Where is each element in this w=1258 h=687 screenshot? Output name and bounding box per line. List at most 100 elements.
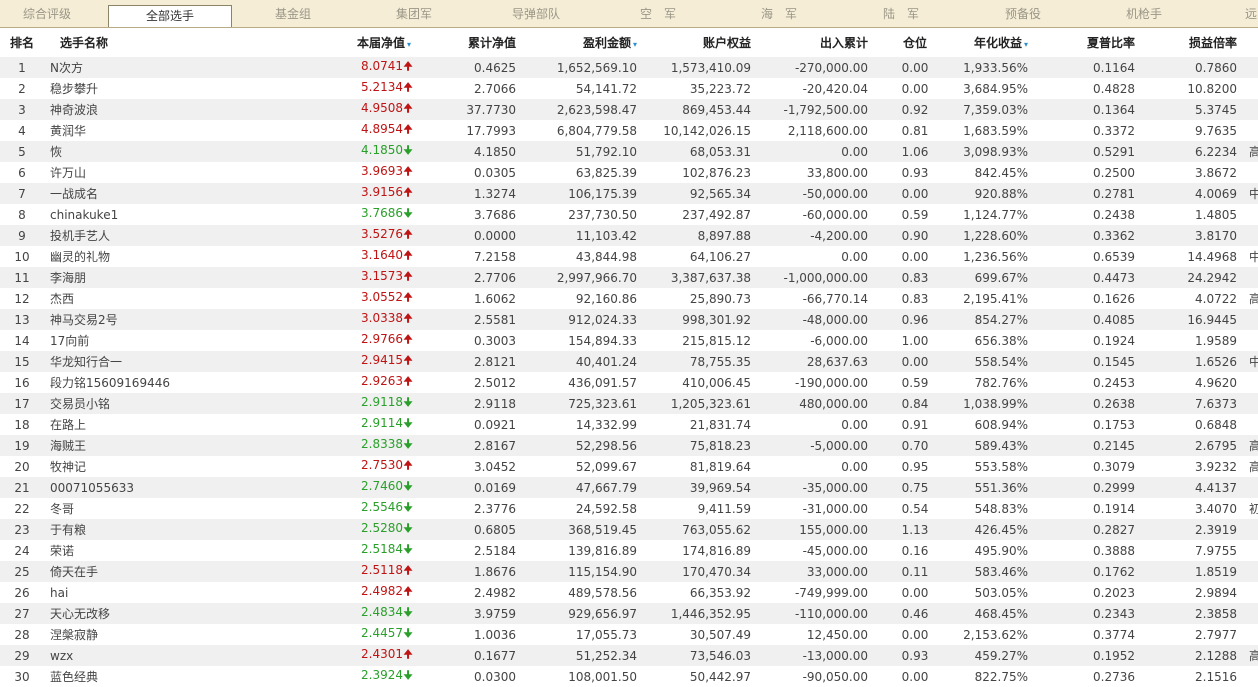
header-pl-ratio[interactable]: 损益倍率	[1143, 28, 1245, 57]
player-name-link[interactable]: 黄润华	[44, 120, 224, 141]
player-name-link[interactable]: 冬哥	[44, 498, 224, 519]
current-nav-cell: 2.7530🠉	[224, 456, 419, 477]
player-name-link[interactable]: 一战成名	[44, 183, 224, 204]
table-row[interactable]: 25 倚天在手 2.5118🠉 1.8676 115,154.90 170,470.34 3…	[0, 561, 1258, 582]
annual-return-cell: 1,933.56%	[934, 57, 1040, 78]
table-row[interactable]: 24 荣诺 2.5184🠋 2.5184 139,816.89 174,816.89 -45…	[0, 540, 1258, 561]
table-row[interactable]: 23 于有粮 2.5280🠋 0.6805 368,519.45 763,055.62 15…	[0, 519, 1258, 540]
table-row[interactable]: 5 恢 4.1850🠋 4.1850 51,792.10 68,053.31 0.00 1.0…	[0, 141, 1258, 162]
player-name-link[interactable]: wzx	[44, 645, 224, 666]
tab-group-army[interactable]: 集团军	[353, 0, 475, 27]
header-rank-title[interactable]: 衔级	[1245, 28, 1258, 57]
header-profit[interactable]: 盈利金额 ▾	[524, 28, 641, 57]
sort-down-icon[interactable]: ▾	[407, 40, 411, 49]
tab-reserve[interactable]: 预备役	[962, 0, 1084, 27]
table-row[interactable]: 6 许万山 3.9693🠉 0.0305 63,825.39 102,876.23 33,8…	[0, 162, 1258, 183]
table-row[interactable]: 17 交易员小铭 2.9118🠋 2.9118 725,323.61 1,205,323.…	[0, 393, 1258, 414]
table-row[interactable]: 13 神马交易2号 3.0338🠉 2.5581 912,024.33 998,301.9…	[0, 309, 1258, 330]
table-row[interactable]: 10 幽灵的礼物 3.1640🠉 7.2158 43,844.98 64,106.27 0.…	[0, 246, 1258, 267]
table-row[interactable]: 26 hai 2.4982🠉 2.4982 489,578.56 66,353.92 -74…	[0, 582, 1258, 603]
player-name-link[interactable]: hai	[44, 582, 224, 603]
tab-fund-group[interactable]: 基金组	[232, 0, 354, 27]
annual-return-cell: 608.94%	[934, 414, 1040, 435]
player-name-link[interactable]: 于有粮	[44, 519, 224, 540]
table-row[interactable]: 8 chinakuke1 3.7686🠋 3.7686 237,730.50 237,49…	[0, 204, 1258, 225]
table-row[interactable]: 7 一战成名 3.9156🠉 1.3274 106,175.39 92,565.34 -50…	[0, 183, 1258, 204]
tab-air-force[interactable]: 空 军	[597, 0, 719, 27]
player-name-link[interactable]: 倚天在手	[44, 561, 224, 582]
header-annual-return[interactable]: 年化收益 ▾	[934, 28, 1040, 57]
tab-more[interactable]: 远	[1236, 0, 1258, 27]
player-name-link[interactable]: 段力铭15609169446	[44, 372, 224, 393]
table-row[interactable]: 18 在路上 2.9114🠋 0.0921 14,332.99 21,831.74 0.00…	[0, 414, 1258, 435]
pl-ratio-cell: 4.9620	[1143, 372, 1245, 393]
header-player-name[interactable]: 选手名称	[44, 28, 224, 57]
player-name-link[interactable]: 在路上	[44, 414, 224, 435]
tab-composite-rating[interactable]: 综合评级	[0, 0, 94, 27]
current-nav-cell: 2.9415🠉	[224, 351, 419, 372]
player-name-link[interactable]: 恢	[44, 141, 224, 162]
table-row[interactable]: 29 wzx 2.4301🠉 0.1677 51,252.34 73,546.03 -13,…	[0, 645, 1258, 666]
table-row[interactable]: 16 段力铭15609169446 2.9263🠉 2.5012 436,091.57 4…	[0, 372, 1258, 393]
tab-all-players[interactable]: 全部选手	[108, 5, 232, 27]
player-name-link[interactable]: 幽灵的礼物	[44, 246, 224, 267]
player-name-link[interactable]: 神奇波浪	[44, 99, 224, 120]
table-row[interactable]: 19 海贼王 2.8338🠋 2.8167 52,298.56 75,818.23 -5,0…	[0, 435, 1258, 456]
table-row[interactable]: 11 李海朋 3.1573🠉 2.7706 2,997,966.70 3,387,637.…	[0, 267, 1258, 288]
player-name-link[interactable]: 投机手艺人	[44, 225, 224, 246]
player-name-link[interactable]: 稳步攀升	[44, 78, 224, 99]
cash-flow-cell: -13,000.00	[759, 645, 876, 666]
header-current-nav[interactable]: 本届净值 ▾	[224, 28, 419, 57]
table-row[interactable]: 21 00071055633 2.7460🠋 0.0169 47,667.79 39,96…	[0, 477, 1258, 498]
player-name-link[interactable]: chinakuke1	[44, 204, 224, 225]
table-row[interactable]: 15 华龙知行合一 2.9415🠉 2.8121 40,401.24 78,755.35 2…	[0, 351, 1258, 372]
player-name-link[interactable]: 蓝色经典	[44, 666, 224, 687]
player-name-link[interactable]: 华龙知行合一	[44, 351, 224, 372]
table-row[interactable]: 1 N次方 8.0741🠉 0.4625 1,652,569.10 1,573,410.0…	[0, 57, 1258, 78]
header-equity[interactable]: 账户权益	[641, 28, 759, 57]
table-row[interactable]: 12 杰西 3.0552🠉 1.6062 92,160.86 25,890.73 -66,7…	[0, 288, 1258, 309]
player-name-link[interactable]: 涅槃寂静	[44, 624, 224, 645]
player-name-link[interactable]: 李海朋	[44, 267, 224, 288]
player-name-link[interactable]: 许万山	[44, 162, 224, 183]
sort-down-icon[interactable]: ▾	[633, 40, 637, 49]
tab-machine-gunner[interactable]: 机枪手	[1083, 0, 1205, 27]
tab-army[interactable]: 陆 军	[840, 0, 962, 27]
table-row[interactable]: 14 17向前 2.9766🠉 0.3003 154,894.33 215,815.12-…	[0, 330, 1258, 351]
player-name-link[interactable]: 天心无改移	[44, 603, 224, 624]
tab-navy[interactable]: 海 军	[718, 0, 840, 27]
sharpe-ratio-cell: 0.1762	[1040, 561, 1143, 582]
player-name-link[interactable]: 17向前	[44, 330, 224, 351]
table-row[interactable]: 3 神奇波浪 4.9508🠉 37.7730 2,623,598.47 869,453.4…	[0, 99, 1258, 120]
table-row[interactable]: 28 涅槃寂静 2.4457🠋 1.0036 17,055.73 30,507.49 12,…	[0, 624, 1258, 645]
equity-cell: 78,755.35	[641, 351, 759, 372]
table-row[interactable]: 22 冬哥 2.5546🠋 2.3776 24,592.58 9,411.59 -31,00…	[0, 498, 1258, 519]
header-sharpe-ratio[interactable]: 夏普比率	[1040, 28, 1143, 57]
table-row[interactable]: 4 黄润华 4.8954🠉 17.7993 6,804,779.58 10,142,026…	[0, 120, 1258, 141]
tab-missile-force[interactable]: 导弹部队	[475, 0, 597, 27]
player-name-link[interactable]: 牧神记	[44, 456, 224, 477]
header-rank[interactable]: 排名	[0, 28, 44, 57]
player-name-link[interactable]: 交易员小铭	[44, 393, 224, 414]
rank-title-cell: 高级士官	[1245, 288, 1258, 309]
player-name-link[interactable]: 00071055633	[44, 477, 224, 498]
current-nav-cell: 3.1640🠉	[224, 246, 419, 267]
header-cumulative-nav[interactable]: 累计净值	[419, 28, 524, 57]
table-row[interactable]: 27 天心无改移 2.4834🠋 3.9759 929,656.97 1,446,352.…	[0, 603, 1258, 624]
cumulative-nav-cell: 2.5184	[419, 540, 524, 561]
table-row[interactable]: 20 牧神记 2.7530🠉 3.0452 52,099.67 81,819.64 0.00…	[0, 456, 1258, 477]
player-name-link[interactable]: 杰西	[44, 288, 224, 309]
player-name-link[interactable]: 荣诺	[44, 540, 224, 561]
player-name-link[interactable]: 神马交易2号	[44, 309, 224, 330]
position-cell: 0.16	[876, 540, 934, 561]
table-row[interactable]: 9 投机手艺人 3.5276🠉 0.0000 11,103.42 8,897.88 -4,2…	[0, 225, 1258, 246]
table-row[interactable]: 2 稳步攀升 5.2134🠉 2.7066 54,141.72 35,223.72 -20,…	[0, 78, 1258, 99]
pl-ratio-cell: 2.3919	[1143, 519, 1245, 540]
current-nav-cell: 3.1573🠉	[224, 267, 419, 288]
player-name-link[interactable]: 海贼王	[44, 435, 224, 456]
sort-down-icon[interactable]: ▾	[1024, 40, 1028, 49]
player-name-link[interactable]: N次方	[44, 57, 224, 78]
table-row[interactable]: 30 蓝色经典 2.3924🠋 0.0300 108,001.50 50,442.97 -9…	[0, 666, 1258, 687]
header-cash-flow[interactable]: 出入累计	[759, 28, 876, 57]
header-position[interactable]: 仓位	[876, 28, 934, 57]
